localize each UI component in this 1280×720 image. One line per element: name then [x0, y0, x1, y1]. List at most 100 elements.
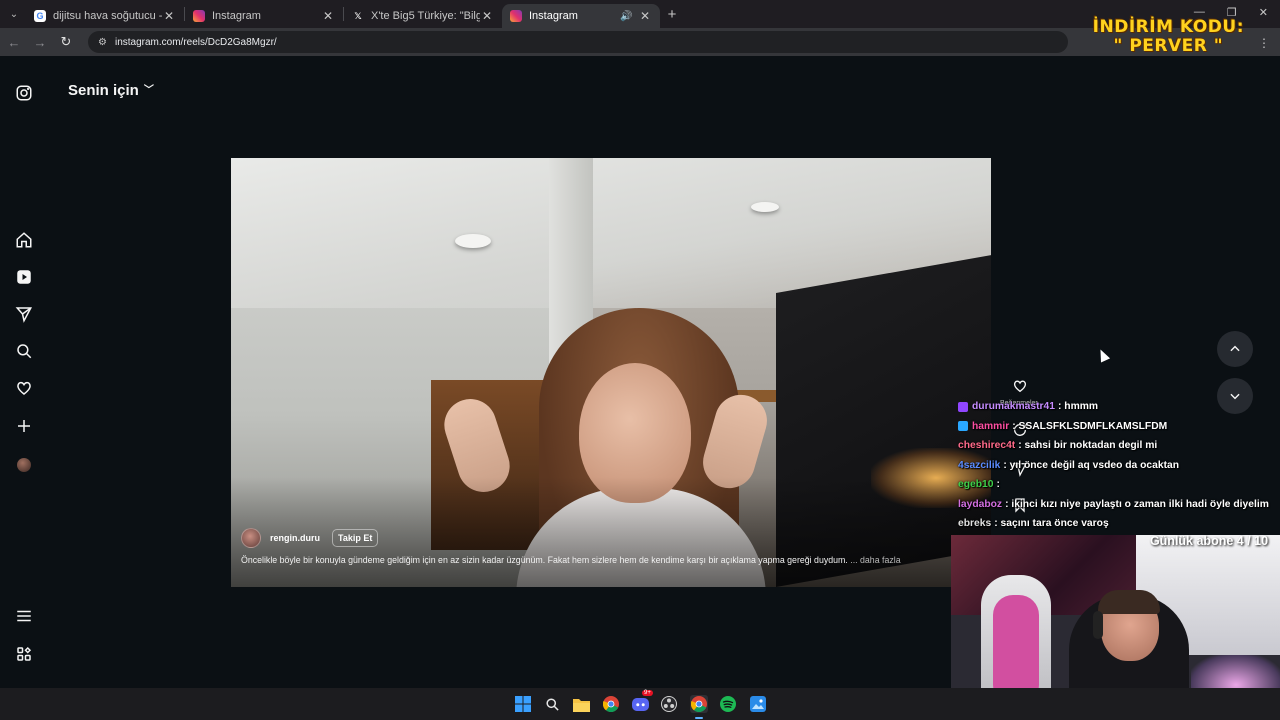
windows-start-icon[interactable]: [514, 695, 532, 713]
chat-text: : sahsi bir noktadan degil mi: [1018, 440, 1158, 452]
windows-taskbar: 9+: [0, 688, 1280, 720]
browser-tab-instagram[interactable]: Instagram ✕: [185, 4, 343, 28]
instagram-icon: [510, 10, 522, 22]
close-icon[interactable]: ✕: [162, 9, 176, 23]
close-window-icon[interactable]: ✕: [1259, 6, 1268, 19]
plus-icon[interactable]: [14, 416, 34, 436]
caption-text: Öncelikle böyle bir konuyla gündeme geld…: [241, 555, 848, 565]
back-button[interactable]: ←: [2, 35, 26, 50]
avatar: [17, 458, 31, 472]
reel-caption: Öncelikle böyle bir konuyla gündeme geld…: [241, 555, 986, 565]
chevron-down-icon: ﹀: [143, 85, 154, 96]
chat-message: laydaboz : ikinci kızı niye paylaştı o z…: [958, 495, 1280, 515]
chat-username: durumakmastr41: [972, 401, 1055, 413]
chat-message: durumakmastr41 : hmmm: [958, 397, 1280, 417]
discount-code-overlay: İNDİRİM KODU: " PERVER ": [1093, 18, 1244, 56]
tab-title: dijitsu hava soğutucu - Google: [53, 10, 162, 22]
chat-message: 4sazcilik : yıl önce değil aq vsdeo da o…: [958, 456, 1280, 476]
chat-username: 4sazcilik: [958, 459, 1001, 471]
close-icon[interactable]: ✕: [321, 9, 335, 23]
stream-chat-overlay: durumakmastr41 : hmmm hammir : SSALSFKLS…: [958, 397, 1280, 534]
chat-message: hammir : SSALSFKLSDMFLKAMSLFDM: [958, 417, 1280, 437]
feed-selector[interactable]: Senin için ﹀: [68, 82, 154, 99]
browser-tab-x[interactable]: 𝕏 X'te Big5 Türkiye: "Bilgilendirme ✕: [344, 4, 502, 28]
address-bar[interactable]: ⚙ instagram.com/reels/DcD2Ga8Mgzr/: [88, 31, 1068, 53]
reload-button[interactable]: ↻: [54, 34, 78, 50]
feed-title: Senin için: [68, 82, 139, 99]
search-icon[interactable]: [14, 341, 34, 361]
discord-icon[interactable]: 9+: [631, 690, 653, 713]
promo-line-1: İNDİRİM KODU:: [1092, 17, 1244, 37]
chat-text: :: [996, 479, 1000, 491]
tab-title: X'te Big5 Türkiye: "Bilgilendirme: [371, 10, 480, 22]
chat-text: : ikinci kızı niye paylaştı o zaman ilki…: [1005, 498, 1269, 510]
browser-tab-strip: ⌄ G dijitsu hava soğutucu - Google ✕ Ins…: [0, 0, 1280, 28]
instagram-sidebar: [0, 56, 48, 688]
daily-subs-counter: Günlük abone 4 / 10: [1149, 534, 1269, 548]
chat-username: cheshirec4t: [958, 440, 1016, 452]
avatar[interactable]: [241, 528, 261, 548]
like-icon[interactable]: [1012, 378, 1028, 394]
reels-icon[interactable]: [14, 267, 34, 287]
forward-button[interactable]: →: [28, 35, 52, 50]
chat-message: egeb10 :: [958, 475, 1280, 495]
reel-author: rengin.duru Takip Et: [241, 528, 379, 548]
site-info-icon[interactable]: ⚙: [98, 37, 107, 48]
x-icon: 𝕏: [354, 10, 362, 21]
chat-badge-icon: [958, 401, 968, 412]
tab-title: Instagram: [529, 10, 578, 22]
new-tab-button[interactable]: +: [660, 6, 684, 23]
obs-icon[interactable]: [660, 695, 678, 713]
follow-button[interactable]: Takip Et: [332, 529, 379, 547]
ceiling-lamp: [455, 234, 491, 248]
more-link[interactable]: ... daha fazla: [850, 555, 900, 565]
chat-username: laydaboz: [958, 498, 1003, 510]
chat-badge-icon: [958, 421, 968, 432]
photos-icon[interactable]: [749, 695, 767, 713]
chat-username: egeb10: [958, 479, 994, 491]
browser-tab-google[interactable]: G dijitsu hava soğutucu - Google ✕: [26, 4, 184, 28]
close-icon[interactable]: ✕: [638, 9, 652, 23]
chat-text: : hmmm: [1057, 401, 1099, 413]
browser-toolbar: ← → ↻ ⚙ instagram.com/reels/DcD2Ga8Mgzr/…: [0, 28, 1280, 56]
google-icon: G: [34, 10, 46, 22]
url-text: instagram.com/reels/DcD2Ga8Mgzr/: [114, 36, 277, 48]
chrome-icon[interactable]: [602, 695, 620, 713]
mouse-cursor: [1095, 347, 1111, 363]
menu-icon[interactable]: [14, 606, 34, 626]
spotify-icon[interactable]: [719, 695, 737, 713]
speaker-icon[interactable]: 🔊: [620, 11, 634, 22]
previous-reel-button[interactable]: [1217, 331, 1253, 367]
file-explorer-icon[interactable]: [572, 695, 590, 713]
profile-avatar[interactable]: [14, 455, 34, 475]
home-icon[interactable]: [14, 230, 34, 250]
close-icon[interactable]: ✕: [480, 9, 494, 23]
instagram-icon: [193, 10, 205, 22]
tab-title: Instagram: [212, 10, 261, 22]
search-icon[interactable]: [543, 695, 561, 713]
streamer: [1098, 590, 1160, 614]
ceiling-lamp: [751, 202, 779, 212]
chat-text: : yıl önce değil aq vsdeo da ocaktan: [1003, 459, 1180, 471]
chat-username: hammir: [972, 420, 1010, 432]
notification-badge: 9+: [642, 690, 653, 696]
chat-text: : SSALSFKLSDMFLKAMSLFDM: [1012, 420, 1168, 432]
headset: [1093, 611, 1103, 639]
instagram-logo-icon[interactable]: [14, 83, 34, 103]
heart-icon[interactable]: [14, 378, 34, 398]
chat-text: : saçını tara önce varoş: [994, 518, 1109, 530]
reel-video[interactable]: [231, 158, 991, 587]
chat-username: ebreks: [958, 518, 992, 530]
send-icon[interactable]: [14, 304, 34, 324]
browser-menu-icon[interactable]: ⋮: [1258, 36, 1270, 50]
chrome-active-icon[interactable]: [690, 695, 708, 713]
chevron-up-icon: [1230, 345, 1240, 352]
active-app-indicator: [695, 717, 703, 719]
chat-message: cheshirec4t : sahsi bir noktadan degil m…: [958, 436, 1280, 456]
tab-search-button[interactable]: ⌄: [2, 4, 26, 24]
promo-line-2: " PERVER ": [1113, 36, 1224, 56]
chat-message: ebreks : saçını tara önce varoş: [958, 514, 1280, 534]
reel-username[interactable]: rengin.duru: [270, 533, 320, 543]
browser-tab-instagram-active[interactable]: Instagram 🔊 ✕: [502, 4, 660, 28]
apps-icon[interactable]: [14, 644, 34, 664]
